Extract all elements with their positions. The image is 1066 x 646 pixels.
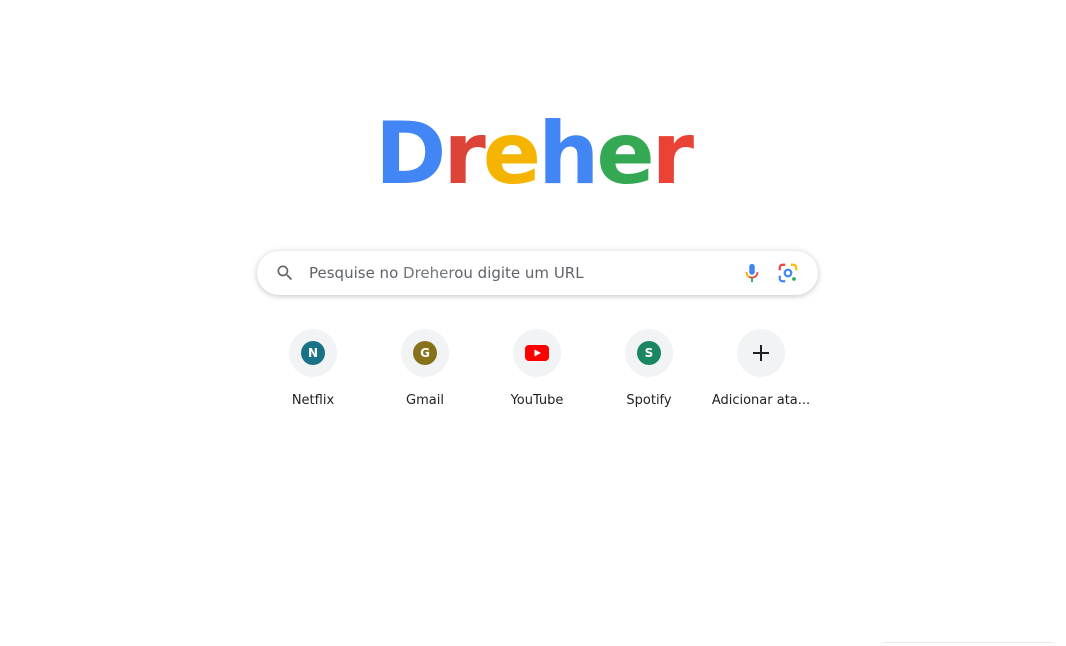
customize-panel-edge[interactable] xyxy=(880,642,1056,646)
shortcut-gmail[interactable]: G Gmail xyxy=(369,329,481,425)
shortcut-icon-container xyxy=(737,329,785,377)
gmail-letter-icon: G xyxy=(413,341,437,365)
shortcut-netflix[interactable]: N Netflix xyxy=(257,329,369,425)
search-box[interactable]: Pesquise no Dreherou digite um URL xyxy=(257,251,818,295)
netflix-letter-icon: N xyxy=(301,341,325,365)
shortcut-icon-container: S xyxy=(625,329,673,377)
microphone-icon[interactable] xyxy=(741,262,763,284)
logo-letter: r xyxy=(651,104,694,204)
shortcut-icon-container: G xyxy=(401,329,449,377)
shortcut-label: Spotify xyxy=(626,393,672,408)
shortcut-icon-container: N xyxy=(289,329,337,377)
add-shortcut-button[interactable]: Adicionar ata... xyxy=(705,329,817,425)
search-placeholder-prefix: Pesquise no xyxy=(309,264,404,282)
shortcut-label: Netflix xyxy=(291,393,335,408)
search-icon xyxy=(277,265,293,281)
shortcut-label: Adicionar ata... xyxy=(711,393,811,408)
shortcuts-grid: N Netflix G Gmail YouTube S Spotify Adic… xyxy=(257,329,818,429)
spotify-letter-icon: S xyxy=(637,341,661,365)
google-lens-icon[interactable] xyxy=(777,262,799,284)
new-tab-page: Dreher Pesquise no Dreherou digite um UR… xyxy=(0,0,1066,646)
search-placeholder-suffix: ou digite um URL xyxy=(454,264,584,282)
logo-letter: h xyxy=(538,104,599,204)
plus-icon xyxy=(753,345,769,361)
logo-letter: r xyxy=(443,104,485,204)
shortcut-label: Gmail xyxy=(406,393,444,408)
logo-letter: e xyxy=(482,104,541,204)
search-placeholder-brand: Dreher xyxy=(403,264,455,282)
shortcut-label: YouTube xyxy=(510,393,564,408)
shortcut-youtube[interactable]: YouTube xyxy=(481,329,593,425)
shortcut-icon-container xyxy=(513,329,561,377)
logo-letter: e xyxy=(596,104,654,204)
search-input[interactable]: Pesquise no Dreherou digite um URL xyxy=(309,264,584,282)
logo-letter: D xyxy=(374,104,446,204)
youtube-icon xyxy=(525,345,549,361)
shortcut-spotify[interactable]: S Spotify xyxy=(593,329,705,425)
dreher-logo: Dreher xyxy=(0,104,1066,204)
